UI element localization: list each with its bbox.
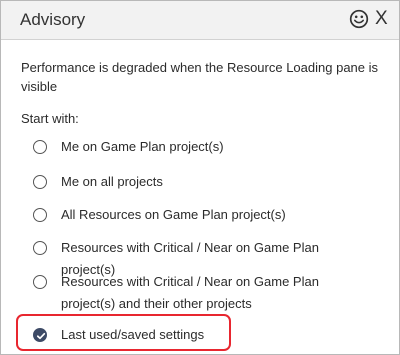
advisory-dialog: Advisory X Performance is degraded when … — [0, 0, 400, 355]
radio-button[interactable] — [33, 208, 47, 222]
performance-message: Performance is degraded when the Resourc… — [21, 60, 379, 94]
smiley-face-icon[interactable] — [349, 9, 369, 29]
option-critical-near-other-projects[interactable]: Resources with Critical / Near on Game P… — [33, 273, 371, 315]
option-label: Resources with Critical / Near on Game P… — [61, 274, 319, 311]
start-with-label: Start with: — [21, 111, 79, 126]
option-label: Me on all projects — [61, 174, 163, 189]
radio-button[interactable] — [33, 275, 47, 289]
radio-button[interactable] — [33, 241, 47, 255]
option-label: Me on Game Plan project(s) — [61, 139, 224, 154]
dialog-title: Advisory — [20, 10, 86, 29]
option-me-on-all-projects[interactable]: Me on all projects — [33, 173, 371, 193]
option-label: All Resources on Game Plan project(s) — [61, 207, 286, 222]
option-all-resources-game-plan[interactable]: All Resources on Game Plan project(s) — [33, 206, 371, 226]
close-button[interactable]: X — [375, 8, 388, 30]
radio-button[interactable] — [33, 175, 47, 189]
option-me-on-game-plan[interactable]: Me on Game Plan project(s) — [33, 138, 371, 158]
radio-button[interactable] — [33, 140, 47, 154]
highlight-box — [16, 314, 231, 351]
dialog-header: Advisory X — [1, 1, 399, 40]
